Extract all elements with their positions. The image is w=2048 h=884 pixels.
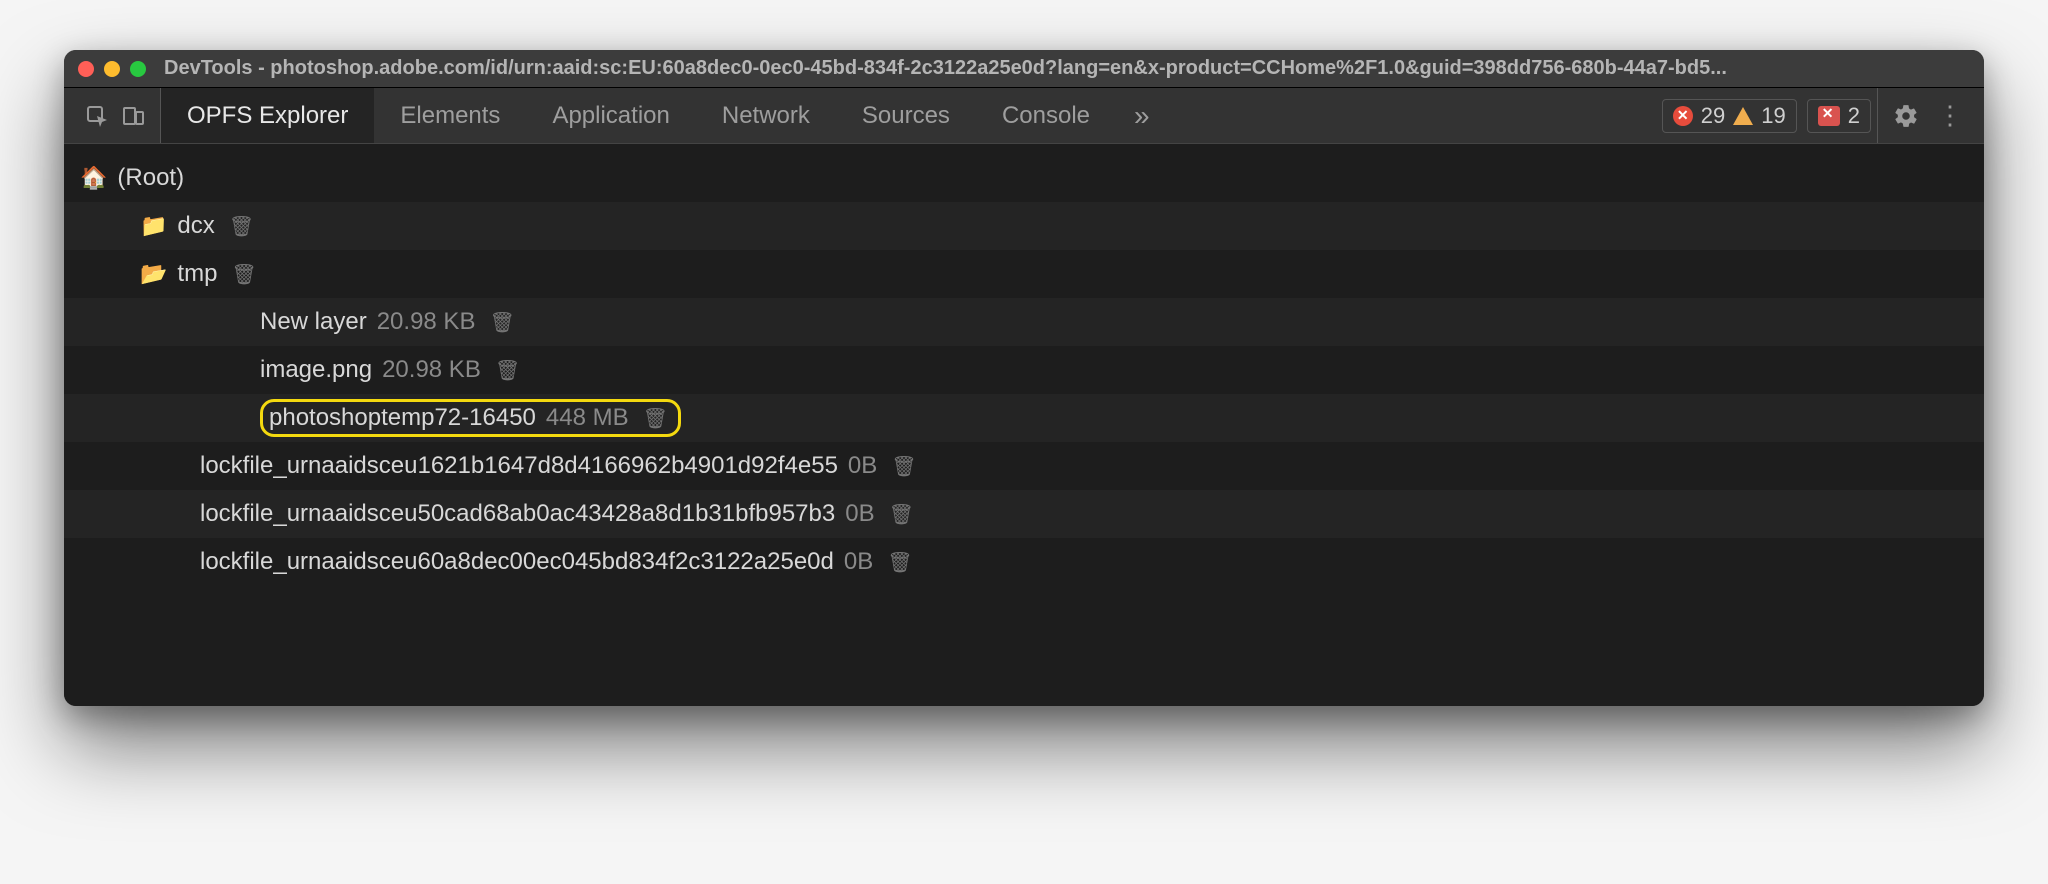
tab-label: OPFS Explorer (187, 102, 348, 130)
devtools-window: DevTools - photoshop.adobe.com/id/urn:aa… (64, 50, 1984, 706)
tab-opfs-explorer[interactable]: OPFS Explorer (161, 88, 374, 143)
tree-root[interactable]: 🏠 (Root) (64, 154, 1984, 202)
minimize-window-button[interactable] (104, 61, 120, 77)
file-size: 20.98 KB (377, 308, 476, 336)
root-label: (Root) (117, 164, 184, 192)
tab-network[interactable]: Network (696, 88, 836, 143)
settings-icon[interactable] (1886, 96, 1926, 136)
folder-name: tmp (177, 260, 217, 288)
delete-icon[interactable]: 🗑 (887, 550, 912, 575)
tab-sources[interactable]: Sources (836, 88, 976, 143)
error-icon: ✕ (1673, 106, 1693, 126)
more-menu-icon[interactable]: ⋮ (1930, 96, 1970, 136)
delete-icon[interactable]: 🗑 (891, 454, 916, 479)
tree-file[interactable]: image.png 20.98 KB 🗑 (64, 346, 1984, 394)
folder-name: dcx (177, 212, 214, 240)
tab-strip: OPFS Explorer Elements Application Netwo… (64, 88, 1984, 144)
warning-icon (1733, 107, 1753, 125)
tab-label: Network (722, 102, 810, 130)
tree-file[interactable]: lockfile_urnaaidsceu50cad68ab0ac43428a8d… (64, 490, 1984, 538)
titlebar: DevTools - photoshop.adobe.com/id/urn:aa… (64, 50, 1984, 88)
delete-icon[interactable]: 🗑 (489, 310, 514, 335)
tab-application[interactable]: Application (526, 88, 695, 143)
file-name: photoshoptemp72-16450 (269, 404, 536, 432)
file-size: 448 MB (546, 404, 629, 432)
file-size: 0B (844, 548, 873, 576)
issue-count: 2 (1848, 103, 1860, 129)
tree-file[interactable]: lockfile_urnaaidsceu60a8dec00ec045bd834f… (64, 538, 1984, 586)
error-count: 29 (1701, 103, 1725, 129)
tab-console[interactable]: Console (976, 88, 1116, 143)
status-pills: ✕ 29 19 2 (1662, 88, 1877, 143)
tree-folder[interactable]: 📁 dcx 🗑 (64, 202, 1984, 250)
folder-open-icon: 📂 (140, 261, 167, 287)
file-name: New layer (260, 308, 367, 336)
file-size: 0B (848, 452, 877, 480)
tab-label: Console (1002, 102, 1090, 130)
window-controls (78, 61, 146, 77)
file-size: 0B (845, 500, 874, 528)
file-name: lockfile_urnaaidsceu50cad68ab0ac43428a8d… (200, 500, 835, 528)
opfs-tree: 🏠 (Root) 📁 dcx 🗑 📂 tmp 🗑 New layer 20.98… (64, 144, 1984, 706)
issue-icon (1818, 106, 1840, 126)
inspect-element-icon[interactable] (80, 99, 114, 133)
inspect-tools (70, 88, 161, 143)
delete-icon[interactable]: 🗑 (231, 262, 256, 287)
tab-elements[interactable]: Elements (374, 88, 526, 143)
delete-icon[interactable]: 🗑 (643, 406, 668, 431)
file-name: lockfile_urnaaidsceu1621b1647d8d4166962b… (200, 452, 838, 480)
file-size: 20.98 KB (382, 356, 481, 384)
window-title: DevTools - photoshop.adobe.com/id/urn:aa… (164, 57, 1970, 80)
tabs-overflow[interactable]: » (1116, 88, 1168, 143)
tree-file[interactable]: New layer 20.98 KB 🗑 (64, 298, 1984, 346)
close-window-button[interactable] (78, 61, 94, 77)
home-icon: 🏠 (80, 165, 107, 191)
zoom-window-button[interactable] (130, 61, 146, 77)
tree-file[interactable]: lockfile_urnaaidsceu1621b1647d8d4166962b… (64, 442, 1984, 490)
warning-count: 19 (1761, 103, 1785, 129)
delete-icon[interactable]: 🗑 (229, 214, 254, 239)
errors-warnings-pill[interactable]: ✕ 29 19 (1662, 99, 1797, 133)
file-name: lockfile_urnaaidsceu60a8dec00ec045bd834f… (200, 548, 834, 576)
folder-icon: 📁 (140, 213, 167, 239)
issues-pill[interactable]: 2 (1807, 99, 1871, 133)
tab-label: Application (552, 102, 669, 130)
highlight-ring: photoshoptemp72-16450 448 MB 🗑 (260, 399, 681, 437)
tab-label: Elements (400, 102, 500, 130)
delete-icon[interactable]: 🗑 (889, 502, 914, 527)
file-name: image.png (260, 356, 372, 384)
device-toolbar-icon[interactable] (116, 99, 150, 133)
devtools-actions: ⋮ (1877, 88, 1978, 143)
tree-folder[interactable]: 📂 tmp 🗑 (64, 250, 1984, 298)
delete-icon[interactable]: 🗑 (495, 358, 520, 383)
tab-label: Sources (862, 102, 950, 130)
tree-file-highlighted[interactable]: photoshoptemp72-16450 448 MB 🗑 (64, 394, 1984, 442)
